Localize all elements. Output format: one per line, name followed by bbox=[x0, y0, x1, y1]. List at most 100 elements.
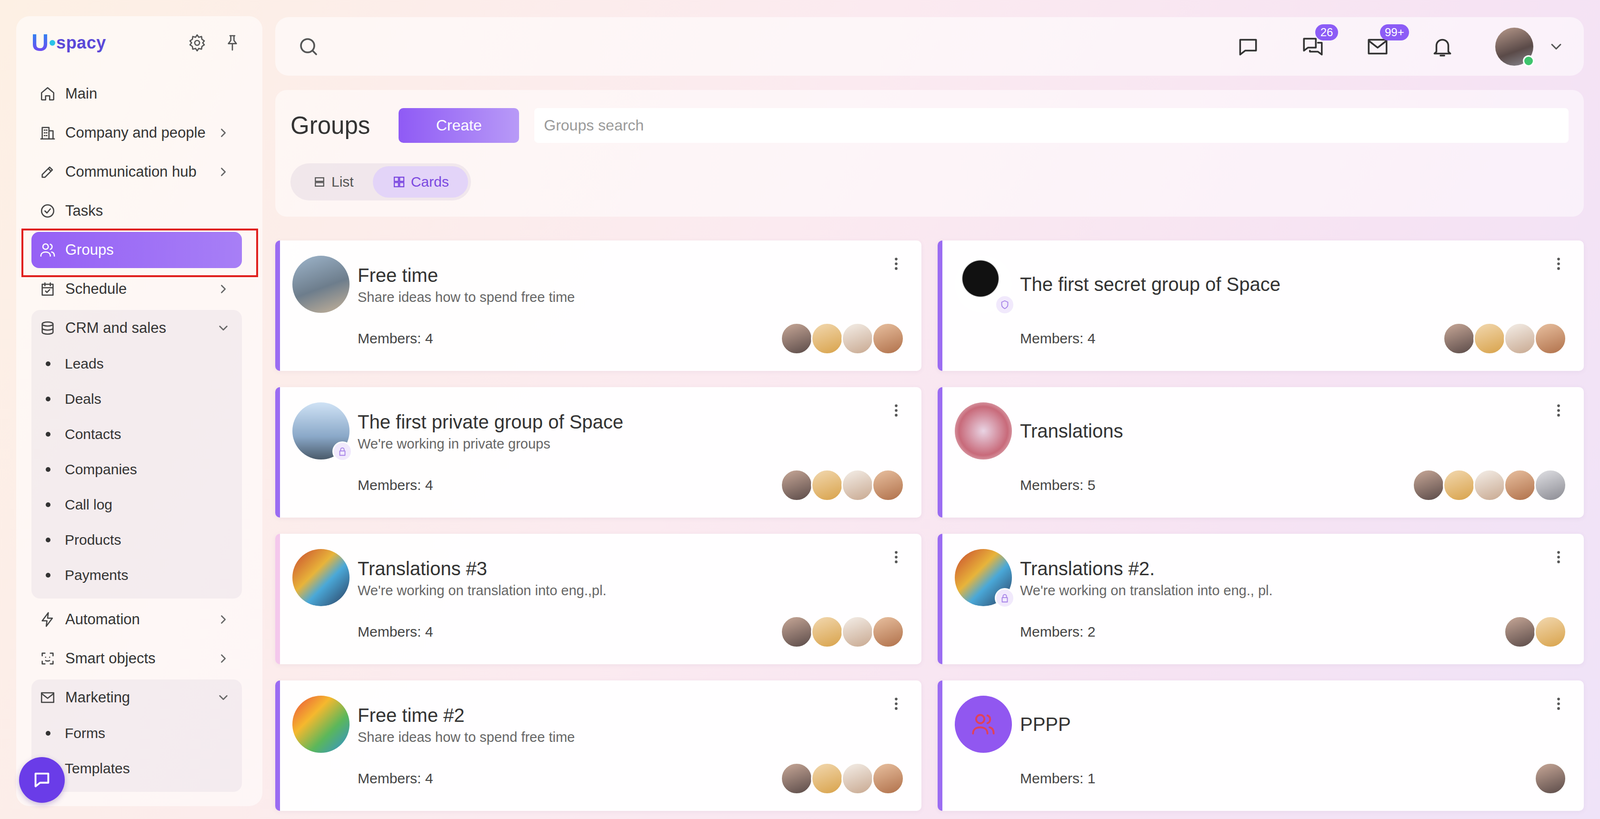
more-icon[interactable] bbox=[1550, 549, 1567, 566]
group-card[interactable]: Free time #2Share ideas how to spend fre… bbox=[275, 680, 922, 811]
bullet-dot bbox=[45, 502, 51, 508]
gear-icon[interactable] bbox=[187, 33, 207, 53]
more-icon[interactable] bbox=[888, 695, 905, 712]
member-avatar[interactable] bbox=[1534, 322, 1567, 355]
member-avatar[interactable] bbox=[780, 322, 813, 355]
member-avatar[interactable] bbox=[841, 615, 874, 649]
member-avatar[interactable] bbox=[810, 762, 844, 795]
member-avatar[interactable] bbox=[871, 615, 905, 649]
group-card[interactable]: Free timeShare ideas how to spend free t… bbox=[275, 240, 922, 371]
member-avatar[interactable] bbox=[1503, 322, 1537, 355]
sidebar-item-label: Marketing bbox=[65, 689, 217, 707]
member-avatar[interactable] bbox=[1534, 469, 1567, 502]
logo[interactable]: Uspacy bbox=[31, 30, 107, 55]
header-row: GroupsCreateGroups search bbox=[290, 108, 1569, 143]
member-avatar[interactable] bbox=[871, 322, 905, 355]
more-icon[interactable] bbox=[888, 549, 905, 566]
count-badge: 99+ bbox=[1380, 24, 1410, 41]
sidebar-subitem-label: Products bbox=[64, 531, 242, 549]
member-avatar[interactable] bbox=[1534, 615, 1567, 649]
member-avatar[interactable] bbox=[810, 322, 844, 355]
chevron-right-icon bbox=[216, 612, 231, 627]
sidebar-subitem[interactable]: Companies bbox=[31, 451, 242, 488]
group-card[interactable]: PPPPMembers: 1 bbox=[937, 680, 1584, 811]
sidebar-subitem[interactable]: Leads bbox=[31, 346, 242, 382]
group-image bbox=[954, 402, 1012, 460]
sidebar-subitem[interactable]: Payments bbox=[31, 557, 242, 593]
group-card[interactable]: Translations #2.We're working on transla… bbox=[937, 533, 1584, 665]
member-avatars bbox=[1444, 322, 1567, 355]
create-button[interactable]: Create bbox=[398, 108, 520, 143]
view-toggle: List Cards bbox=[290, 163, 471, 201]
member-avatar[interactable] bbox=[1503, 615, 1537, 649]
group-photo bbox=[292, 549, 350, 607]
member-avatar[interactable] bbox=[1534, 762, 1567, 795]
view-option-label: Cards bbox=[410, 173, 450, 190]
member-avatar[interactable] bbox=[780, 762, 813, 795]
sidebar-item[interactable]: Tasks bbox=[31, 192, 242, 230]
more-icon[interactable] bbox=[888, 255, 905, 272]
top-action[interactable]: 26 bbox=[1300, 34, 1325, 59]
member-avatar[interactable] bbox=[1442, 469, 1476, 502]
group-card[interactable]: The first private group of SpaceWe're wo… bbox=[275, 387, 922, 518]
list-icon bbox=[312, 174, 327, 190]
member-avatar[interactable] bbox=[841, 469, 874, 502]
member-avatar[interactable] bbox=[1412, 469, 1445, 502]
card-text: The first private group of SpaceWe're wo… bbox=[357, 410, 624, 452]
privacy-badge bbox=[994, 588, 1015, 609]
sidebar-item[interactable]: Schedule bbox=[31, 270, 242, 308]
grid-icon bbox=[391, 174, 407, 190]
sidebar-item[interactable]: CRM and sales bbox=[31, 310, 242, 347]
card-top: Free time #2Share ideas how to spend fre… bbox=[292, 695, 905, 753]
more-icon[interactable] bbox=[1550, 255, 1567, 272]
top-action[interactable] bbox=[1236, 34, 1260, 59]
group-card[interactable]: The first secret group of SpaceMembers: … bbox=[937, 240, 1584, 371]
sidebar-item[interactable]: Company and people bbox=[31, 114, 242, 151]
search-icon[interactable] bbox=[297, 35, 320, 59]
chevron-down-icon bbox=[216, 320, 231, 336]
member-avatar[interactable] bbox=[1503, 469, 1537, 502]
member-avatar[interactable] bbox=[1442, 322, 1476, 355]
sidebar-item[interactable]: Marketing bbox=[31, 679, 242, 716]
sidebar: Uspacy MainCompany and peopleCommunicatio… bbox=[16, 16, 263, 807]
member-avatar[interactable] bbox=[780, 615, 813, 649]
sidebar-subitem[interactable]: Forms bbox=[31, 715, 242, 751]
groups-search[interactable]: Groups search bbox=[534, 108, 1569, 143]
sidebar-subitem[interactable]: Deals bbox=[31, 381, 242, 417]
view-option[interactable]: List bbox=[293, 166, 373, 198]
top-bar: 26 99+ bbox=[275, 17, 1584, 76]
sidebar-subitem[interactable]: Products bbox=[31, 522, 242, 558]
group-image bbox=[292, 695, 350, 753]
sidebar-item[interactable]: Automation bbox=[31, 601, 242, 638]
sidebar-item[interactable]: Main bbox=[31, 75, 242, 112]
view-option[interactable]: Cards bbox=[372, 166, 469, 198]
top-action[interactable] bbox=[1430, 34, 1455, 59]
more-icon[interactable] bbox=[888, 402, 905, 419]
member-avatar[interactable] bbox=[871, 762, 905, 795]
member-avatar[interactable] bbox=[841, 322, 874, 355]
member-avatar[interactable] bbox=[1473, 322, 1506, 355]
support-chat-button[interactable] bbox=[19, 757, 65, 803]
top-action[interactable]: 99+ bbox=[1365, 34, 1390, 59]
privacy-badge bbox=[994, 294, 1015, 315]
user-menu[interactable] bbox=[1495, 27, 1565, 66]
sidebar-item-label: Smart objects bbox=[65, 650, 217, 668]
group-card[interactable]: Translations #3We're working on translat… bbox=[275, 533, 922, 665]
member-avatar[interactable] bbox=[810, 615, 844, 649]
card-text: Translations #3We're working on translat… bbox=[357, 557, 607, 599]
sidebar-subitem[interactable]: Call log bbox=[31, 487, 242, 523]
member-avatar[interactable] bbox=[841, 762, 874, 795]
more-icon[interactable] bbox=[1550, 695, 1567, 712]
member-avatar[interactable] bbox=[780, 469, 813, 502]
sidebar-item[interactable]: Groups bbox=[31, 231, 242, 269]
sidebar-item[interactable]: Communication hub bbox=[31, 153, 242, 190]
more-icon[interactable] bbox=[1550, 402, 1567, 419]
group-card[interactable]: TranslationsMembers: 5 bbox=[937, 387, 1584, 518]
member-avatar[interactable] bbox=[810, 469, 844, 502]
member-avatar[interactable] bbox=[1473, 469, 1506, 502]
sidebar-subitem[interactable]: Contacts bbox=[31, 416, 242, 452]
pin-icon[interactable] bbox=[222, 33, 242, 53]
member-avatar[interactable] bbox=[871, 469, 905, 502]
bullet-dot bbox=[45, 467, 51, 472]
sidebar-item[interactable]: Smart objects bbox=[31, 640, 242, 677]
